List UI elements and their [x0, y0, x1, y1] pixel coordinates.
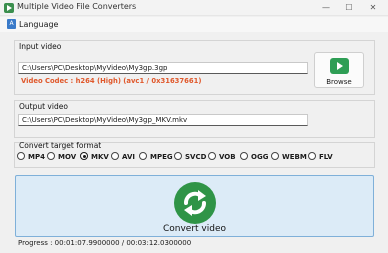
- convert-video-label: Convert video: [162, 224, 227, 234]
- convert-refresh-icon: [174, 182, 216, 224]
- browse-button[interactable]: Browse: [314, 52, 364, 88]
- format-radio-mpeg[interactable]: MPEG: [139, 152, 173, 161]
- format-radio-flv[interactable]: FLV: [308, 152, 333, 161]
- radio-dot: [240, 152, 248, 160]
- video-codec-text: Video Codec : h264 (High) (avc1 / 0x3163…: [21, 77, 202, 85]
- minimize-button[interactable]: —: [318, 0, 334, 16]
- target-format-label: Convert target format: [19, 141, 102, 150]
- radio-dot: [47, 152, 55, 160]
- format-radio-vob[interactable]: VOB: [208, 152, 236, 161]
- radio-dot: [139, 152, 147, 160]
- radio-dot: [111, 152, 119, 160]
- language-icon[interactable]: A: [7, 19, 16, 29]
- convert-video-button[interactable]: Convert video: [15, 175, 374, 237]
- output-video-label: Output video: [19, 102, 68, 111]
- radio-dot: [208, 152, 216, 160]
- close-button[interactable]: ✕: [365, 0, 381, 16]
- browse-label: Browse: [326, 78, 352, 86]
- progress-status: Progress : 00:01:07.9900000 / 00:03:12.0…: [18, 239, 192, 247]
- format-radio-avi[interactable]: AVI: [111, 152, 135, 161]
- format-radio-webm[interactable]: WEBM: [271, 152, 307, 161]
- radio-dot: [308, 152, 316, 160]
- format-radio-mov[interactable]: MOV: [47, 152, 76, 161]
- radio-dot: [17, 152, 25, 160]
- video-file-icon: [330, 58, 349, 74]
- radio-dot-selected: [80, 152, 88, 160]
- format-radio-ogg[interactable]: OGG: [240, 152, 268, 161]
- radio-dot: [271, 152, 279, 160]
- radio-dot: [174, 152, 182, 160]
- format-radio-mp4[interactable]: MP4: [17, 152, 45, 161]
- input-path-field[interactable]: C:\Users\PC\Desktop\MyVideo\My3gp.3gp: [18, 62, 308, 74]
- app-icon: [4, 3, 14, 13]
- title-bar: Multiple Video File Converters — ☐ ✕: [0, 0, 388, 16]
- format-radio-mkv[interactable]: MKV: [80, 152, 109, 161]
- language-menu[interactable]: Language: [19, 20, 58, 29]
- output-path-field[interactable]: C:\Users\PC\Desktop\MyVideo\My3gp_MKV.mk…: [18, 114, 308, 126]
- format-radio-svcd[interactable]: SVCD: [174, 152, 206, 161]
- window-title: Multiple Video File Converters: [17, 2, 137, 11]
- input-video-label: Input video: [19, 42, 62, 51]
- maximize-button[interactable]: ☐: [341, 0, 357, 16]
